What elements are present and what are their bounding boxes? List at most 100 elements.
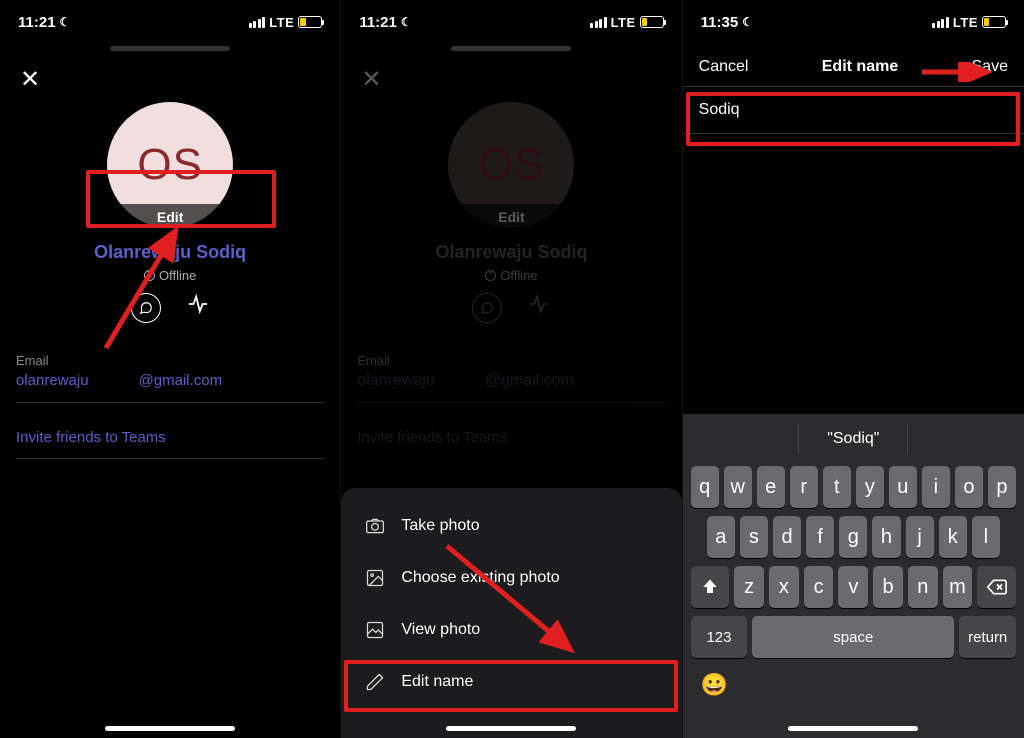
avatar[interactable]: OS Edit — [107, 102, 233, 228]
key-e[interactable]: e — [757, 466, 785, 508]
presence-status: Offline — [341, 268, 681, 283]
email-label: Email — [16, 353, 324, 368]
space-key[interactable]: space — [752, 616, 954, 658]
save-button[interactable]: Save — [972, 58, 1008, 76]
screen-profile: 11:21 ☾ LTE 29 ✕ OS Edit Olanrewaju Sodi… — [0, 0, 341, 738]
home-indicator[interactable] — [105, 726, 235, 731]
user-name: Olanrewaju Sodiq — [341, 242, 681, 263]
key-row-3: z x c v b n m — [687, 562, 1020, 612]
keyboard: "Sodiq" q w e r t y u i o p a s d f g — [683, 414, 1024, 738]
key-row-2: a s d f g h j k l — [687, 512, 1020, 562]
name-input[interactable] — [699, 101, 1008, 119]
image-icon — [365, 620, 385, 640]
home-indicator[interactable] — [788, 726, 918, 731]
signal-icon — [249, 17, 266, 28]
dnd-moon-icon: ☾ — [742, 15, 753, 29]
status-time: 11:21 — [359, 14, 397, 31]
dnd-moon-icon: ☾ — [60, 15, 71, 29]
status-bar: 11:35 ☾ LTE 27 — [683, 0, 1024, 44]
signal-icon — [932, 17, 949, 28]
backspace-key[interactable] — [977, 566, 1016, 608]
email-label: Email — [357, 353, 665, 368]
chat-icon[interactable] — [131, 293, 161, 323]
key-c[interactable]: c — [804, 566, 834, 608]
key-j[interactable]: j — [906, 516, 934, 558]
screen-action-sheet: 11:21 ☾ LTE 29 ✕ OS Edit Olanrewaju Sodi… — [341, 0, 682, 738]
key-w[interactable]: w — [724, 466, 752, 508]
shift-key[interactable] — [691, 566, 730, 608]
offline-icon — [144, 270, 155, 281]
chat-icon — [472, 293, 502, 323]
screen-edit-name: 11:35 ☾ LTE 27 Cancel Edit name Save — [683, 0, 1024, 738]
key-d[interactable]: d — [773, 516, 801, 558]
dnd-moon-icon: ☾ — [401, 15, 412, 29]
cancel-button[interactable]: Cancel — [699, 58, 749, 76]
status-bar: 11:21 ☾ LTE 29 — [341, 0, 681, 44]
key-y[interactable]: y — [856, 466, 884, 508]
signal-icon — [590, 17, 607, 28]
key-r[interactable]: r — [790, 466, 818, 508]
key-v[interactable]: v — [838, 566, 868, 608]
key-o[interactable]: o — [955, 466, 983, 508]
key-q[interactable]: q — [691, 466, 719, 508]
invite-friends-link: Invite friends to Teams — [357, 429, 665, 446]
key-a[interactable]: a — [707, 516, 735, 558]
battery-icon: 27 — [982, 16, 1006, 28]
action-sheet: Take photo Choose existing photo View ph… — [341, 488, 681, 738]
status-bar: 11:21 ☾ LTE 29 — [0, 0, 340, 44]
activity-icon — [528, 293, 550, 323]
name-input-row[interactable] — [683, 86, 1024, 134]
battery-icon: 29 — [640, 16, 664, 28]
invite-friends-link[interactable]: Invite friends to Teams — [16, 429, 324, 446]
close-button: ✕ — [341, 51, 681, 98]
key-g[interactable]: g — [839, 516, 867, 558]
choose-photo-option[interactable]: Choose existing photo — [341, 552, 681, 604]
page-title: Edit name — [822, 58, 898, 76]
key-b[interactable]: b — [873, 566, 903, 608]
edit-avatar-button: Edit — [448, 204, 574, 230]
avatar-initials: OS — [137, 140, 203, 190]
key-f[interactable]: f — [806, 516, 834, 558]
key-t[interactable]: t — [823, 466, 851, 508]
key-l[interactable]: l — [972, 516, 1000, 558]
avatar-initials: OS — [479, 140, 545, 190]
edit-avatar-button[interactable]: Edit — [107, 204, 233, 230]
activity-icon[interactable] — [187, 293, 209, 323]
status-time: 11:21 — [18, 14, 56, 31]
key-s[interactable]: s — [740, 516, 768, 558]
key-n[interactable]: n — [908, 566, 938, 608]
key-z[interactable]: z — [734, 566, 764, 608]
return-key[interactable]: return — [959, 616, 1016, 658]
suggestion[interactable]: "Sodiq" — [799, 424, 908, 454]
close-button[interactable]: ✕ — [0, 51, 340, 98]
view-photo-option[interactable]: View photo — [341, 604, 681, 656]
status-time: 11:35 — [701, 14, 739, 31]
email-value[interactable]: olanrewaju@gmail.com — [16, 372, 324, 390]
pencil-icon — [365, 672, 385, 692]
network-label: LTE — [269, 15, 294, 30]
presence-status: Offline — [0, 268, 340, 283]
gallery-icon — [365, 568, 385, 588]
email-value: olanrewaju@gmail.com — [357, 372, 665, 390]
key-i[interactable]: i — [922, 466, 950, 508]
edit-name-option[interactable]: Edit name — [341, 656, 681, 708]
take-photo-option[interactable]: Take photo — [341, 500, 681, 552]
network-label: LTE — [953, 15, 978, 30]
key-p[interactable]: p — [988, 466, 1016, 508]
home-indicator[interactable] — [446, 726, 576, 731]
key-m[interactable]: m — [943, 566, 973, 608]
suggestion-bar: "Sodiq" — [687, 420, 1020, 462]
emoji-key[interactable]: 😀 — [701, 672, 728, 697]
nav-bar: Cancel Edit name Save — [683, 44, 1024, 86]
offline-icon — [485, 270, 496, 281]
key-row-1: q w e r t y u i o p — [687, 462, 1020, 512]
key-row-4: 123 space return — [687, 612, 1020, 662]
network-label: LTE — [611, 15, 636, 30]
key-h[interactable]: h — [872, 516, 900, 558]
numbers-key[interactable]: 123 — [691, 616, 748, 658]
avatar: OS Edit — [448, 102, 574, 228]
user-name: Olanrewaju Sodiq — [0, 242, 340, 263]
key-k[interactable]: k — [939, 516, 967, 558]
key-x[interactable]: x — [769, 566, 799, 608]
key-u[interactable]: u — [889, 466, 917, 508]
